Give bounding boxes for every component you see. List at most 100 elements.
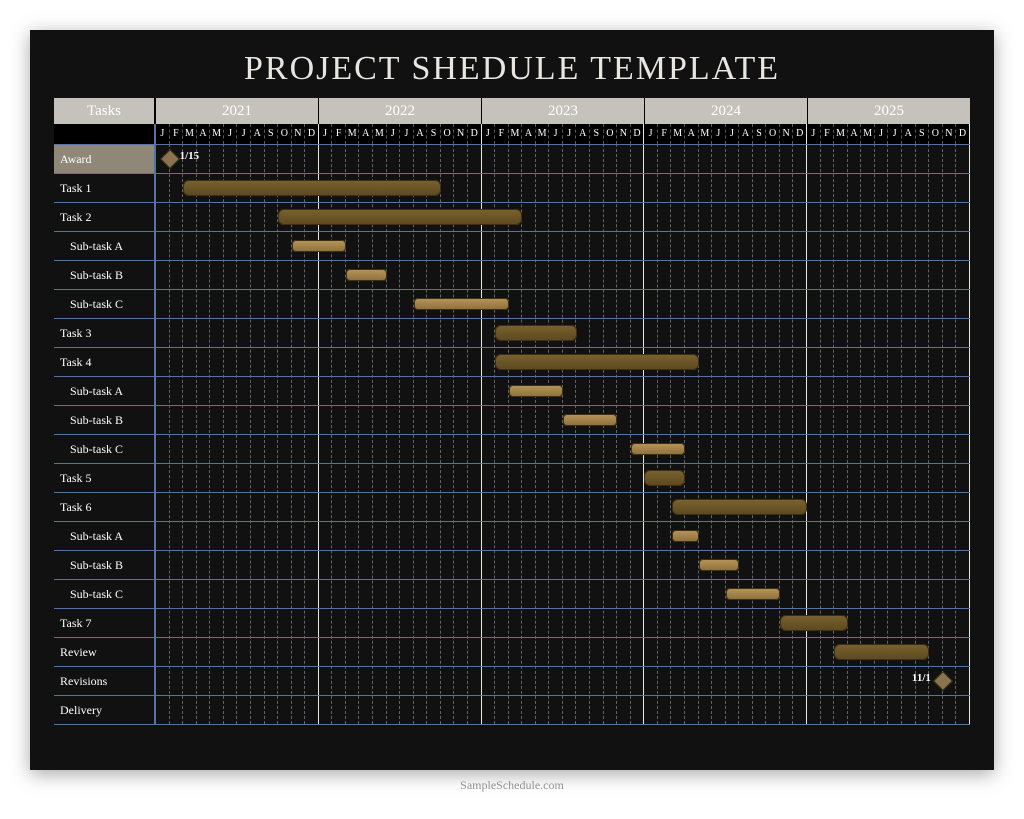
- month-cell: A: [739, 124, 753, 144]
- month-cell: A: [197, 124, 211, 144]
- month-cell: J: [319, 124, 333, 144]
- month-cell: N: [780, 124, 794, 144]
- gantt-bar[interactable]: [631, 443, 685, 455]
- month-cell: M: [183, 124, 197, 144]
- month-cell: J: [807, 124, 821, 144]
- gantt-row: [156, 376, 970, 405]
- task-label: Sub-task B: [54, 260, 154, 289]
- task-label: Award: [54, 144, 154, 173]
- task-label: Task 4: [54, 347, 154, 376]
- gantt-bar[interactable]: [699, 559, 740, 571]
- task-label: Review: [54, 637, 154, 666]
- year-col: 2024: [644, 98, 807, 124]
- month-cell: D: [468, 124, 482, 144]
- month-cell: F: [821, 124, 835, 144]
- gantt-row: 11/1: [156, 666, 970, 695]
- month-cell: F: [658, 124, 672, 144]
- month-cell: D: [956, 124, 970, 144]
- milestone-diamond-icon[interactable]: [160, 149, 180, 169]
- task-label: Revisions: [54, 666, 154, 695]
- month-cell: J: [387, 124, 401, 144]
- milestone-label: 1/15: [180, 150, 200, 162]
- gantt-row: [156, 231, 970, 260]
- year-col: 2022: [318, 98, 481, 124]
- bars-area: 1/15 11/1: [156, 144, 970, 724]
- month-cell: J: [563, 124, 577, 144]
- month-cell: S: [916, 124, 930, 144]
- gantt-bar[interactable]: [834, 644, 929, 660]
- gantt-bar[interactable]: [644, 470, 685, 486]
- gantt-bar[interactable]: [495, 354, 699, 370]
- task-label: Task 7: [54, 608, 154, 637]
- gantt-row: [156, 695, 970, 724]
- tasks-header: Tasks: [54, 98, 156, 124]
- month-cell: A: [522, 124, 536, 144]
- month-cell: D: [793, 124, 807, 144]
- gantt-bar[interactable]: [292, 240, 346, 252]
- month-cell: O: [929, 124, 943, 144]
- month-row: JFMAMJJASONDJFMAMJJASONDJFMAMJJASONDJFMA…: [54, 124, 970, 144]
- task-label: Sub-task C: [54, 289, 154, 318]
- gantt-bar[interactable]: [672, 530, 699, 542]
- gantt-row: [156, 637, 970, 666]
- gantt-bar[interactable]: [414, 298, 509, 310]
- month-cell: J: [726, 124, 740, 144]
- gantt-board: PROJECT SHEDULE TEMPLATE Tasks 2021 2022…: [30, 30, 994, 770]
- month-cell: A: [576, 124, 590, 144]
- month-cell: A: [251, 124, 265, 144]
- month-cell: A: [685, 124, 699, 144]
- task-label: Task 5: [54, 463, 154, 492]
- year-col: 2021: [156, 98, 318, 124]
- month-cell: O: [604, 124, 618, 144]
- header-row: Tasks 2021 2022 2023 2024 2025: [54, 98, 970, 124]
- task-label: Sub-task C: [54, 434, 154, 463]
- gantt-row: [156, 521, 970, 550]
- gantt-row: [156, 463, 970, 492]
- month-cell: O: [278, 124, 292, 144]
- gantt-bar[interactable]: [495, 325, 576, 341]
- gantt-bar[interactable]: [509, 385, 563, 397]
- task-label: Sub-task A: [54, 376, 154, 405]
- gantt-row: [156, 347, 970, 376]
- gantt-bar[interactable]: [346, 269, 387, 281]
- gantt-bar[interactable]: [183, 180, 441, 196]
- page-title: PROJECT SHEDULE TEMPLATE: [54, 50, 970, 88]
- month-cell: J: [875, 124, 889, 144]
- month-cell: S: [753, 124, 767, 144]
- month-cell: M: [373, 124, 387, 144]
- month-cell: J: [237, 124, 251, 144]
- gantt-bar[interactable]: [672, 499, 808, 515]
- month-spacer: [54, 124, 156, 144]
- gantt-bar[interactable]: [726, 588, 780, 600]
- month-cell: J: [549, 124, 563, 144]
- month-cell: A: [359, 124, 373, 144]
- month-cell: O: [441, 124, 455, 144]
- month-cell: M: [834, 124, 848, 144]
- month-cell: D: [631, 124, 645, 144]
- month-cell: J: [644, 124, 658, 144]
- month-cell: N: [617, 124, 631, 144]
- gantt-row: 1/15: [156, 144, 970, 173]
- task-labels: AwardTask 1Task 2Sub-task ASub-task BSub…: [54, 144, 156, 724]
- month-cell: N: [454, 124, 468, 144]
- milestone-diamond-icon[interactable]: [933, 671, 953, 691]
- task-label: Sub-task C: [54, 579, 154, 608]
- gantt-bar[interactable]: [563, 414, 617, 426]
- month-cell: M: [509, 124, 523, 144]
- month-cell: J: [156, 124, 170, 144]
- month-cell: F: [170, 124, 184, 144]
- footer-credit: SampleSchedule.com: [30, 778, 994, 793]
- month-cell: M: [861, 124, 875, 144]
- gantt-bar[interactable]: [278, 209, 522, 225]
- gantt-row: [156, 434, 970, 463]
- gantt-row: [156, 550, 970, 579]
- gantt-bar[interactable]: [780, 615, 848, 631]
- month-cell: A: [414, 124, 428, 144]
- year-col: 2023: [481, 98, 644, 124]
- month-cell: S: [265, 124, 279, 144]
- month-cell: M: [699, 124, 713, 144]
- task-label: Sub-task A: [54, 521, 154, 550]
- gantt-row: [156, 492, 970, 521]
- month-cell: M: [210, 124, 224, 144]
- month-cell: F: [495, 124, 509, 144]
